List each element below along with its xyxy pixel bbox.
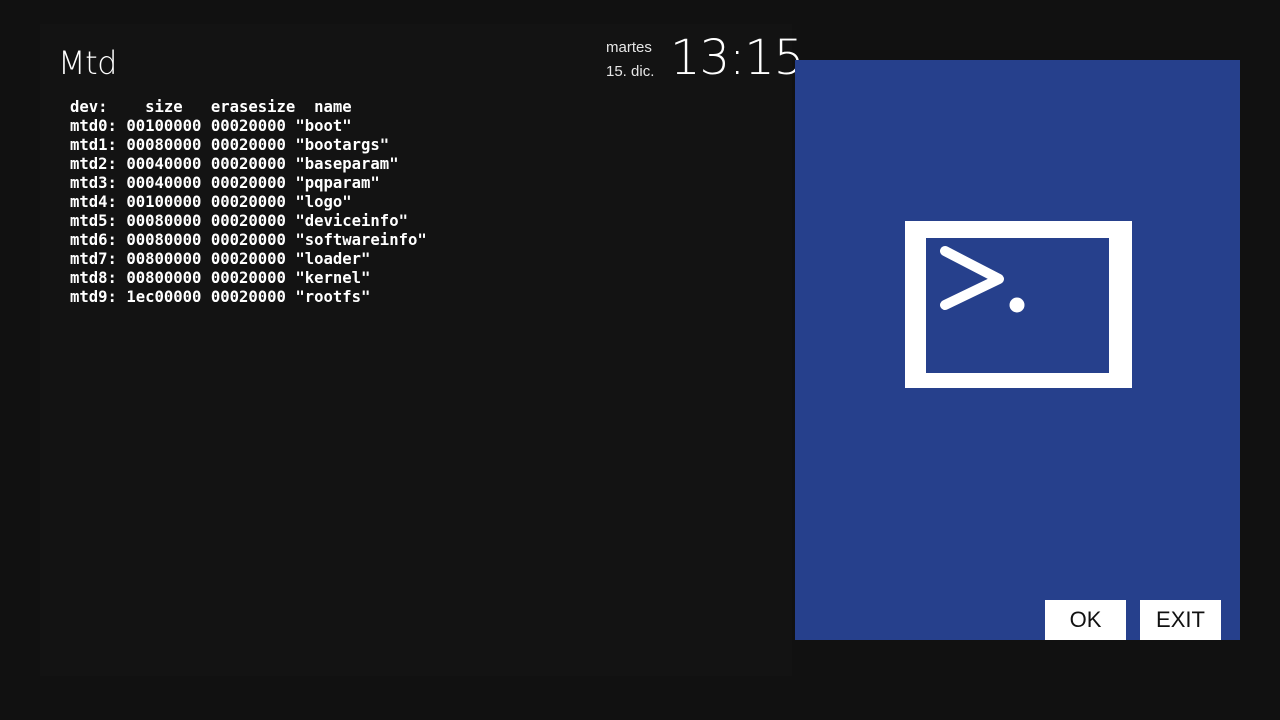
terminal-line: mtd6: 00080000 00020000 "softwareinfo" bbox=[70, 231, 427, 249]
terminal-line: mtd1: 00080000 00020000 "bootargs" bbox=[70, 136, 390, 154]
terminal-line: mtd0: 00100000 00020000 "boot" bbox=[70, 117, 352, 135]
day-label: martes bbox=[606, 39, 652, 56]
terminal-line: mtd5: 00080000 00020000 "deviceinfo" bbox=[70, 212, 408, 230]
terminal-line: mtd7: 00800000 00020000 "loader" bbox=[70, 250, 371, 268]
terminal-output: dev: size erasesize name mtd0: 00100000 0… bbox=[70, 98, 427, 307]
clock: 13:15 bbox=[670, 30, 804, 86]
terminal-prompt-icon bbox=[905, 221, 1132, 388]
terminal-line: dev: size erasesize name bbox=[70, 98, 352, 116]
terminal-line: mtd3: 00040000 00020000 "pqparam" bbox=[70, 174, 380, 192]
ok-button[interactable]: OK bbox=[1045, 600, 1126, 640]
date-display: martes 15. dic. bbox=[606, 36, 666, 84]
exit-button[interactable]: EXIT bbox=[1140, 600, 1221, 640]
terminal-line: mtd4: 00100000 00020000 "logo" bbox=[70, 193, 352, 211]
terminal-line: mtd9: 1ec00000 00020000 "rootfs" bbox=[70, 288, 371, 306]
page-title: Mtd bbox=[58, 44, 117, 82]
output-panel: Mtd martes 15. dic. 13:15 dev: size eras… bbox=[40, 24, 804, 676]
date-label: 15. dic. bbox=[606, 63, 655, 80]
app-root: Mtd martes 15. dic. 13:15 dev: size eras… bbox=[0, 0, 1280, 720]
terminal-line: mtd2: 00040000 00020000 "baseparam" bbox=[70, 155, 399, 173]
side-panel: OK EXIT bbox=[795, 60, 1240, 640]
terminal-line: mtd8: 00800000 00020000 "kernel" bbox=[70, 269, 371, 287]
